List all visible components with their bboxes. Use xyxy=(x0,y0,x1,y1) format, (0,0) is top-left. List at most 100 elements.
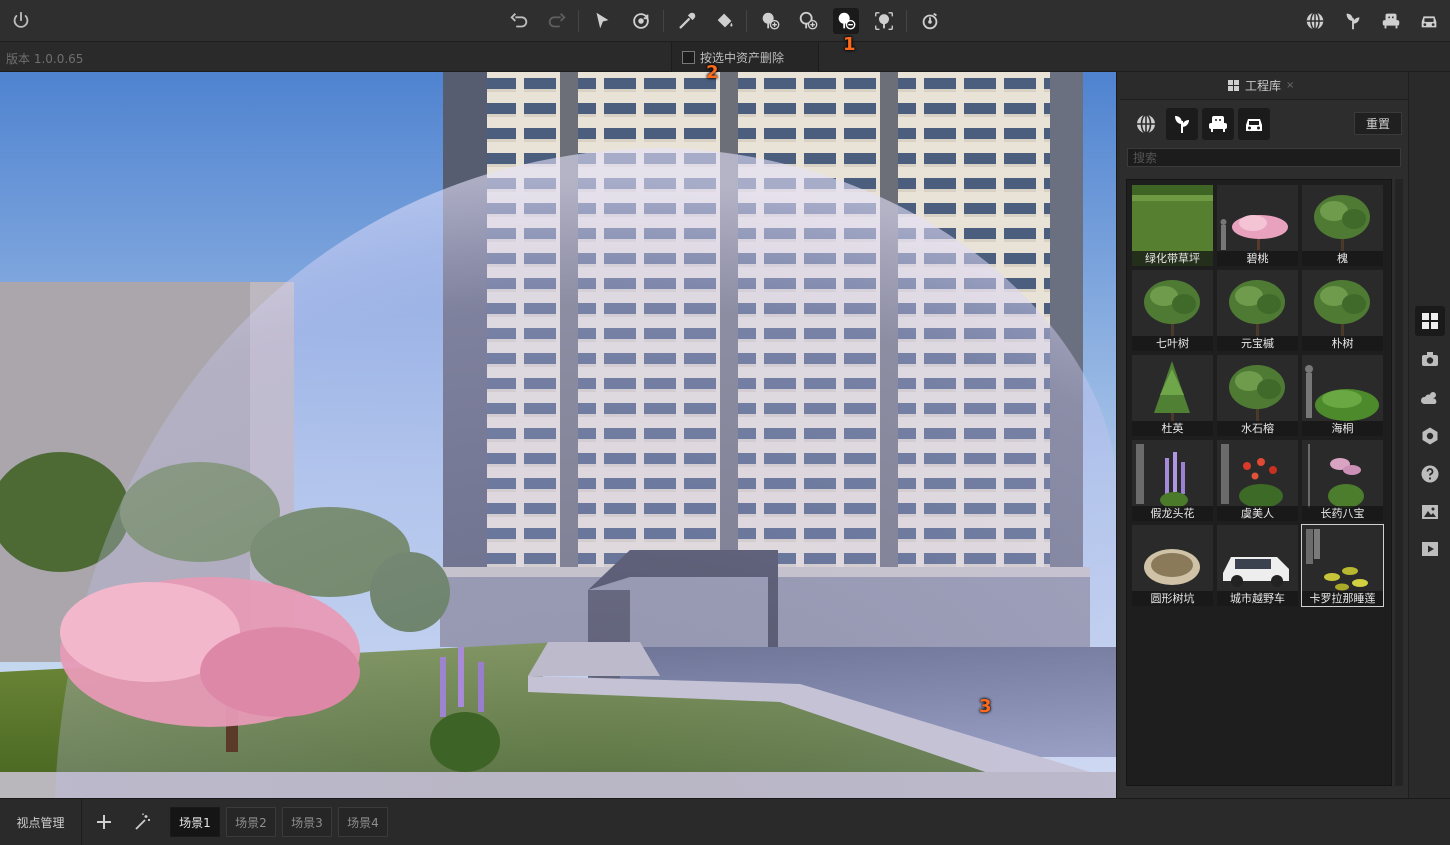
asset-item[interactable]: 虞美人 xyxy=(1217,440,1298,521)
tree-add-alt-icon[interactable] xyxy=(795,8,821,34)
asset-label: 虞美人 xyxy=(1217,506,1298,521)
asset-item[interactable]: 圆形树坑 xyxy=(1132,525,1213,606)
viewpoint-manager-button[interactable]: 视点管理 xyxy=(0,799,82,845)
car-icon xyxy=(1246,119,1262,131)
globe-category-button[interactable] xyxy=(1130,108,1162,140)
asset-label: 杜英 xyxy=(1132,421,1213,436)
power-icon[interactable] xyxy=(8,8,34,34)
close-icon[interactable]: × xyxy=(1286,80,1294,91)
weather-cloud-button[interactable] xyxy=(1415,383,1445,413)
add-scene-icon[interactable] xyxy=(93,811,115,833)
furniture-category-button[interactable] xyxy=(1202,108,1234,140)
weather-icon[interactable] xyxy=(917,8,943,34)
video-play-button[interactable] xyxy=(1415,534,1445,564)
asset-label: 圆形树坑 xyxy=(1132,591,1213,606)
asset-label: 海桐 xyxy=(1302,421,1383,436)
asset-label: 碧桃 xyxy=(1217,251,1298,266)
globe-category-icon[interactable] xyxy=(1302,8,1328,34)
asset-label: 卡罗拉那睡莲 xyxy=(1302,591,1383,606)
delete-selected-toggle[interactable]: 按选中资产删除 xyxy=(671,42,819,72)
help-button[interactable] xyxy=(1415,459,1445,489)
asset-item[interactable]: 水石榕 xyxy=(1217,355,1298,436)
help-icon xyxy=(1421,465,1439,483)
image-icon xyxy=(1422,505,1438,519)
asset-label: 槐 xyxy=(1302,251,1383,266)
asset-label: 七叶树 xyxy=(1132,336,1213,351)
undo-icon[interactable] xyxy=(506,8,532,34)
asset-label: 绿化带草坪 xyxy=(1132,251,1213,266)
panel-tabbar: 工程库 × xyxy=(1120,72,1408,100)
rotate-target-icon[interactable] xyxy=(628,8,654,34)
plant-icon xyxy=(1175,116,1189,133)
3d-viewport[interactable] xyxy=(0,72,1117,798)
asset-item[interactable]: 碧桃 xyxy=(1217,185,1298,266)
scene-tab-1[interactable]: 场景1 xyxy=(170,807,220,837)
asset-item[interactable]: 卡罗拉那睡莲 xyxy=(1301,524,1384,607)
redo-icon[interactable] xyxy=(544,8,570,34)
settings-hex-button[interactable] xyxy=(1415,421,1445,451)
select-cursor-icon[interactable] xyxy=(589,8,615,34)
asset-list: 绿化带草坪 碧桃槐七叶树 元宝槭 朴树杜英 水石榕 海桐假龙头花 虞美人 长药八宝圆形树坑 城市… xyxy=(1126,179,1392,786)
app-window: 版本 1.0.0.65 按选中资产删除 1 2 3 工程库 × 重置 搜索 绿化… xyxy=(0,0,1450,845)
category-row xyxy=(1130,108,1270,140)
bottom-bar: 视点管理 场景1 场景2 场景3 场景4 xyxy=(0,798,1450,845)
search-input[interactable] xyxy=(1127,148,1401,167)
car-category-button[interactable] xyxy=(1238,108,1270,140)
library-grid-button[interactable] xyxy=(1415,306,1445,336)
top-toolbar xyxy=(0,0,1450,42)
car-category-icon[interactable] xyxy=(1416,8,1442,34)
scene-tab-4[interactable]: 场景4 xyxy=(338,807,388,837)
asset-item[interactable]: 海桐 xyxy=(1302,355,1383,436)
asset-label: 城市越野车 xyxy=(1217,591,1298,606)
tab-project-library[interactable]: 工程库 × xyxy=(1228,77,1294,94)
asset-item[interactable]: 长药八宝 xyxy=(1302,440,1383,521)
paint-bucket-icon[interactable] xyxy=(712,8,738,34)
reset-button[interactable]: 重置 xyxy=(1354,112,1402,135)
asset-item[interactable]: 假龙头花 xyxy=(1132,440,1213,521)
asset-label: 水石榕 xyxy=(1217,421,1298,436)
furniture-category-icon[interactable] xyxy=(1378,8,1404,34)
asset-item[interactable]: 七叶树 xyxy=(1132,270,1213,351)
asset-label: 元宝槭 xyxy=(1217,336,1298,351)
asset-label: 长药八宝 xyxy=(1302,506,1383,521)
camera-icon xyxy=(1422,352,1438,366)
asset-item[interactable]: 杜英 xyxy=(1132,355,1213,436)
plant-category-icon[interactable] xyxy=(1340,8,1366,34)
asset-item[interactable]: 城市越野车 xyxy=(1217,525,1298,606)
grid-icon xyxy=(1228,80,1239,91)
tab-label: 工程库 xyxy=(1245,79,1282,93)
furniture-icon xyxy=(1209,116,1227,132)
asset-item[interactable]: 绿化带草坪 xyxy=(1132,185,1213,266)
annotation-marker-1: 1 xyxy=(843,34,856,55)
scene-render xyxy=(0,72,1116,798)
video-play-icon xyxy=(1422,542,1438,556)
asset-item[interactable]: 朴树 xyxy=(1302,270,1383,351)
asset-item[interactable]: 元宝槭 xyxy=(1217,270,1298,351)
sub-toolbar: 版本 1.0.0.65 按选中资产删除 xyxy=(0,42,1450,72)
camera-button[interactable] xyxy=(1415,344,1445,374)
asset-item[interactable]: 槐 xyxy=(1302,185,1383,266)
image-button[interactable] xyxy=(1415,497,1445,527)
plant-category-button[interactable] xyxy=(1166,108,1198,140)
tree-remove-icon[interactable] xyxy=(833,8,859,34)
delete-selected-checkbox[interactable] xyxy=(682,50,695,64)
project-library-panel: 工程库 × 重置 绿化带草坪碧桃槐七叶树元宝槭朴树杜英水石榕海桐假龙头花虞美人长… xyxy=(1120,72,1408,798)
settings-hex-icon xyxy=(1422,427,1438,445)
right-icon-strip xyxy=(1408,72,1450,798)
asset-label: 朴树 xyxy=(1302,336,1383,351)
tree-add-icon[interactable] xyxy=(757,8,783,34)
asset-scrollbar[interactable] xyxy=(1395,179,1403,786)
globe-icon xyxy=(1137,114,1155,134)
library-grid-icon xyxy=(1422,313,1438,329)
tree-scatter-icon[interactable] xyxy=(871,8,897,34)
weather-cloud-icon xyxy=(1420,392,1437,404)
annotation-marker-2: 2 xyxy=(706,62,719,83)
magic-wand-icon[interactable] xyxy=(131,811,153,833)
version-label: 版本 1.0.0.65 xyxy=(6,52,84,66)
scene-tab-3[interactable]: 场景3 xyxy=(282,807,332,837)
eyedropper-icon[interactable] xyxy=(674,8,700,34)
asset-label: 假龙头花 xyxy=(1132,506,1213,521)
annotation-marker-3: 3 xyxy=(979,696,992,717)
scene-tab-2[interactable]: 场景2 xyxy=(226,807,276,837)
asset-grid: 绿化带草坪 碧桃槐七叶树 元宝槭 朴树杜英 水石榕 海桐假龙头花 虞美人 长药八宝圆形树坑 城市… xyxy=(1132,185,1384,607)
